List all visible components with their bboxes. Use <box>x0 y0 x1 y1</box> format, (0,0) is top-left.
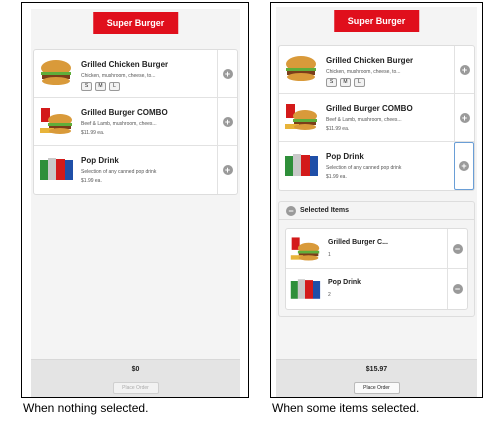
add-button[interactable]: + <box>217 50 237 97</box>
add-button[interactable]: + <box>217 98 237 145</box>
selected-items-header[interactable]: − Selected Items <box>279 202 474 220</box>
selected-items-list: Grilled Burger C... 1 − Pop Drink 2 − <box>285 228 468 310</box>
add-button[interactable]: + <box>454 142 474 190</box>
plus-icon: + <box>222 116 233 127</box>
item-title: Grilled Burger COMBO <box>326 104 413 113</box>
item-desc: Selection of any canned pop drink <box>326 165 402 171</box>
item-title: Grilled Chicken Burger <box>326 56 414 65</box>
size-options: S M L <box>326 78 365 87</box>
combo-icon <box>283 102 319 132</box>
selected-item-name: Pop Drink <box>328 279 362 286</box>
soda-cans-icon <box>283 150 319 180</box>
selected-items-title: Selected Items <box>300 207 350 214</box>
size-options: S M L <box>81 82 120 91</box>
caption-empty-state: When nothing selected. <box>23 401 149 415</box>
menu-item-pop-drink[interactable]: Pop Drink Selection of any canned pop dr… <box>279 142 474 190</box>
minus-icon: − <box>452 284 463 294</box>
item-price: $11.99 ea. <box>326 126 350 132</box>
right-screenshot-frame: Super Burger Grilled Chicken Burger Chic… <box>270 2 483 398</box>
item-title: Pop Drink <box>326 152 364 161</box>
menu-list: Grilled Chicken Burger Chicken, mushroom… <box>278 45 475 191</box>
menu-item-burger-combo[interactable]: Grilled Burger COMBO Beef & Lamb, mushro… <box>279 94 474 142</box>
app-empty-state: Super Burger Grilled Chicken Burger Chic… <box>31 9 240 397</box>
size-small-button[interactable]: S <box>81 82 92 91</box>
minus-icon: − <box>452 243 463 254</box>
remove-button[interactable]: − <box>447 269 467 309</box>
brand-logo: Super Burger <box>92 12 179 34</box>
app-selected-state: Super Burger Grilled Chicken Burger Chic… <box>276 7 477 397</box>
plus-icon: + <box>459 161 469 171</box>
soda-cans-icon <box>289 275 321 303</box>
caption-selected-state: When some items selected. <box>272 401 420 415</box>
item-desc: Chicken, mushroom, cheese, to... <box>326 69 401 75</box>
size-large-button[interactable]: L <box>109 82 120 91</box>
soda-cans-icon <box>38 154 74 184</box>
brand-logo: Super Burger <box>333 10 420 32</box>
menu-item-burger-combo[interactable]: Grilled Burger COMBO Beef & Lamb, mushro… <box>34 98 237 146</box>
add-button[interactable]: + <box>454 94 474 141</box>
item-desc: Beef & Lamb, mushroom, chees... <box>326 117 402 123</box>
place-order-button[interactable]: Place Order <box>112 382 159 394</box>
burger-icon <box>283 54 319 84</box>
add-button[interactable]: + <box>454 46 474 93</box>
menu-item-pop-drink[interactable]: Pop Drink Selection of any canned pop dr… <box>34 146 237 194</box>
item-desc: Chicken, mushroom, cheese, to... <box>81 73 156 79</box>
item-title: Pop Drink <box>81 156 119 165</box>
item-price: $1.99 ea. <box>81 178 102 184</box>
order-total: $0 <box>131 366 140 373</box>
item-desc: Selection of any canned pop drink <box>81 169 157 175</box>
size-small-button[interactable]: S <box>326 78 337 87</box>
place-order-button[interactable]: Place Order <box>353 382 400 394</box>
item-title: Grilled Chicken Burger <box>81 60 169 69</box>
item-title: Grilled Burger COMBO <box>81 108 168 117</box>
app-header: Super Burger <box>31 9 240 37</box>
size-medium-button[interactable]: M <box>95 82 106 91</box>
remove-button[interactable]: − <box>447 229 467 268</box>
plus-icon: + <box>459 64 470 75</box>
item-desc: Beef & Lamb, mushroom, chees... <box>81 121 157 127</box>
order-total: $15.97 <box>365 366 388 373</box>
selected-item: Grilled Burger C... 1 − <box>286 229 467 269</box>
order-footer: $0 Place Order <box>31 359 240 397</box>
item-price: $1.99 ea. <box>326 174 347 180</box>
plus-icon: + <box>222 68 233 79</box>
app-header: Super Burger <box>276 7 477 35</box>
burger-icon <box>38 58 74 88</box>
selected-item-qty: 1 <box>328 252 331 258</box>
combo-icon <box>38 106 74 136</box>
selected-item-name: Grilled Burger C... <box>328 239 388 246</box>
plus-icon: + <box>222 165 233 175</box>
selected-item: Pop Drink 2 − <box>286 269 467 309</box>
order-footer: $15.97 Place Order <box>276 359 477 397</box>
menu-list: Grilled Chicken Burger Chicken, mushroom… <box>33 49 238 195</box>
left-screenshot-frame: Super Burger Grilled Chicken Burger Chic… <box>21 2 249 398</box>
collapse-minus-icon[interactable]: − <box>286 205 296 216</box>
selected-item-qty: 2 <box>328 292 331 298</box>
item-price: $11.99 ea. <box>81 130 105 136</box>
plus-icon: + <box>459 112 470 123</box>
size-medium-button[interactable]: M <box>340 78 351 87</box>
combo-icon <box>289 235 321 263</box>
size-large-button[interactable]: L <box>354 78 365 87</box>
menu-item-chicken-burger[interactable]: Grilled Chicken Burger Chicken, mushroom… <box>34 50 237 98</box>
selected-items-panel: − Selected Items Grilled Burger C... 1 − <box>278 201 475 317</box>
add-button[interactable]: + <box>217 146 237 194</box>
menu-item-chicken-burger[interactable]: Grilled Chicken Burger Chicken, mushroom… <box>279 46 474 94</box>
